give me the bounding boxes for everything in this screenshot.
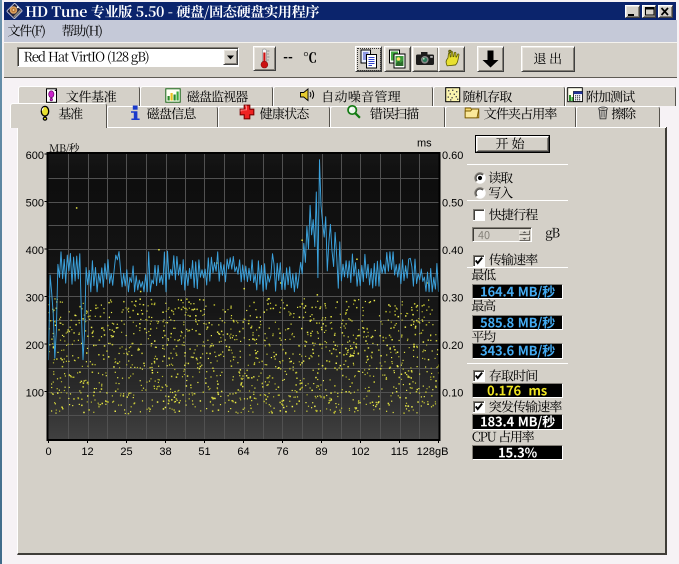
svg-text:89: 89 [315,446,327,458]
svg-text:500: 500 [26,198,44,210]
svg-text:ms: ms [417,138,432,150]
svg-text:0.40: 0.40 [442,245,463,257]
svg-text:64: 64 [237,446,249,458]
svg-text:38: 38 [159,446,171,458]
svg-text:400: 400 [26,245,44,257]
svg-text:76: 76 [276,446,288,458]
svg-text:25: 25 [120,446,132,458]
svg-text:300: 300 [26,293,44,305]
svg-text:115: 115 [391,446,409,458]
svg-text:0: 0 [45,446,51,458]
svg-text:102: 102 [351,446,369,458]
svg-text:0.50: 0.50 [442,198,463,210]
svg-text:0.60: 0.60 [442,150,463,162]
svg-text:200: 200 [26,340,44,352]
svg-text:128gB: 128gB [417,446,449,458]
svg-text:0.10: 0.10 [442,388,463,400]
svg-text:600: 600 [26,150,44,162]
svg-text:100: 100 [26,388,44,400]
svg-text:12: 12 [81,446,93,458]
svg-text:0.20: 0.20 [442,340,463,352]
svg-text:0.30: 0.30 [442,293,463,305]
svg-text:51: 51 [198,446,210,458]
